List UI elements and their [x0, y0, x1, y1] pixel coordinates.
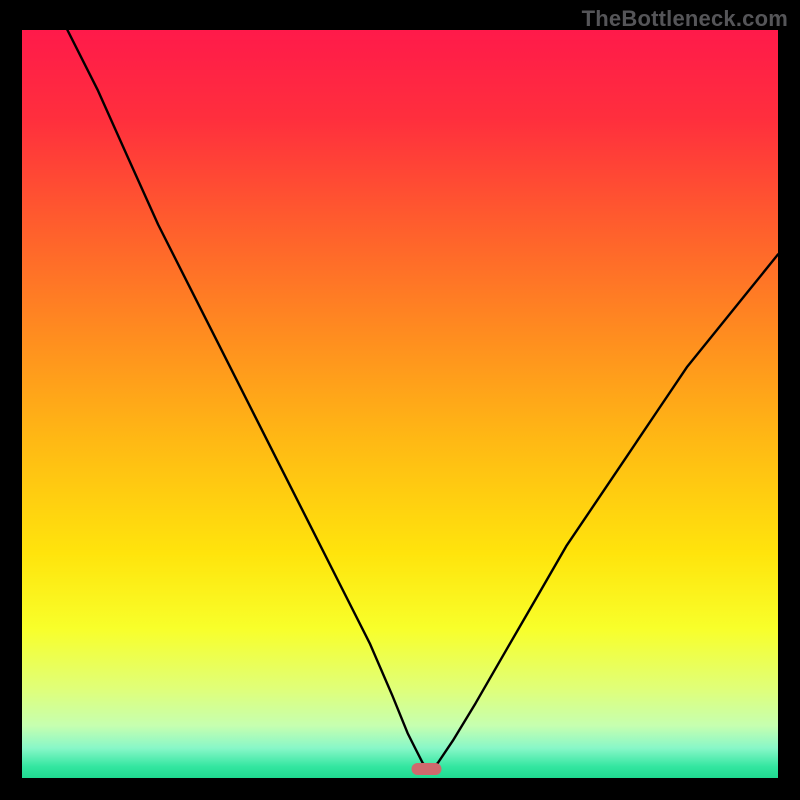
chart-svg: [22, 30, 778, 778]
watermark-text: TheBottleneck.com: [582, 6, 788, 32]
gradient-background: [22, 30, 778, 778]
chart-frame: TheBottleneck.com: [0, 0, 800, 800]
optimum-marker: [412, 763, 442, 775]
plot-area: [22, 30, 778, 778]
